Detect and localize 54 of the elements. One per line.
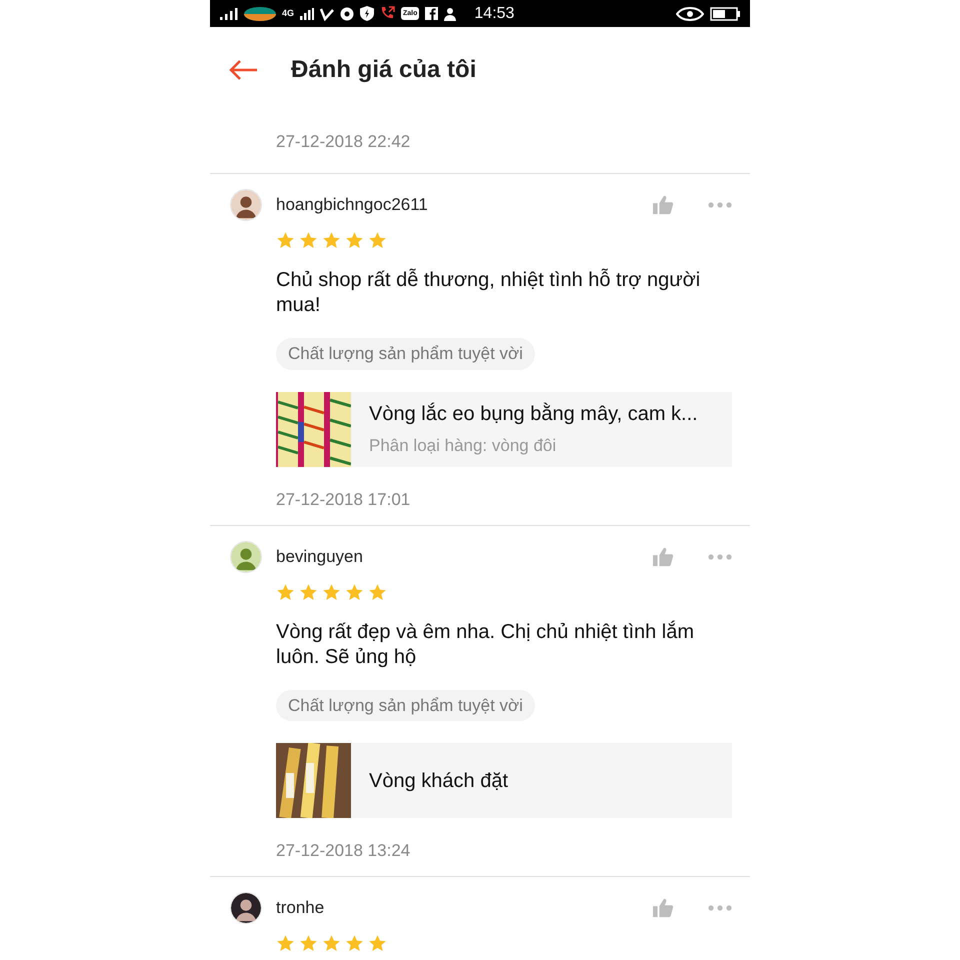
review-comment: Chủ shop rất dễ thương, nhiệt tình hỗ trợ người mua! bbox=[276, 268, 702, 318]
product-name: Vòng khách đặt bbox=[369, 768, 508, 794]
signal-icon bbox=[300, 8, 314, 20]
star-icon bbox=[276, 934, 295, 953]
review-comment: Vòng rất đẹp và êm nha. Chị chủ nhiệt tình lắm luôn. Sẽ ủng hộ bbox=[276, 620, 696, 670]
username: bevinguyen bbox=[276, 546, 363, 568]
star-icon bbox=[368, 231, 387, 250]
star-icon bbox=[299, 582, 318, 602]
more-icon[interactable] bbox=[708, 905, 732, 911]
clock: 14:53 bbox=[474, 6, 514, 22]
product-variant: Phân loại hàng: vòng đôi bbox=[369, 435, 558, 458]
star-icon bbox=[345, 231, 364, 250]
star-icon bbox=[299, 231, 318, 250]
star-icon bbox=[368, 934, 387, 953]
star-icon bbox=[345, 934, 364, 953]
review-date: 27-12-2018 22:42 bbox=[276, 132, 410, 151]
carrier-logo-icon bbox=[244, 6, 276, 20]
review-date: 27-12-2018 17:01 bbox=[276, 490, 410, 508]
person-add-icon bbox=[444, 6, 458, 20]
avatar bbox=[230, 189, 262, 221]
username: hoangbichngoc2611 bbox=[276, 194, 428, 216]
star-icon bbox=[276, 231, 295, 250]
product-name: Vòng lắc eo bụng bằng mây, cam k... bbox=[369, 402, 698, 428]
star-icon bbox=[322, 231, 341, 250]
avatar bbox=[230, 540, 262, 572]
star-icon bbox=[322, 582, 341, 602]
thumbs-up-icon[interactable] bbox=[652, 195, 674, 215]
product-card[interactable]: Vòng khách đặt bbox=[276, 743, 732, 818]
star-icon bbox=[368, 582, 387, 602]
battery-icon bbox=[710, 6, 740, 20]
shield-icon bbox=[360, 6, 374, 21]
more-icon[interactable] bbox=[708, 554, 732, 560]
thumbs-up-icon[interactable] bbox=[652, 898, 674, 918]
username: tronhe bbox=[276, 897, 324, 920]
product-card[interactable]: Vòng lắc eo bụng bằng mây, cam k... Phân loại hàng: vòng đôi bbox=[276, 392, 732, 466]
review-date: 27-12-2018 13:24 bbox=[276, 841, 410, 860]
review-tag: Chất lượng sản phẩm tuyệt vời bbox=[276, 690, 535, 721]
browser-icon bbox=[340, 6, 354, 20]
page-title: Đánh giá của tôi bbox=[291, 54, 476, 84]
back-arrow-icon[interactable] bbox=[228, 58, 258, 80]
more-icon[interactable] bbox=[708, 202, 732, 208]
check-icon bbox=[320, 6, 334, 20]
review-tag: Chất lượng sản phẩm tuyệt vời bbox=[276, 338, 535, 370]
phone-icon bbox=[380, 6, 396, 21]
eye-icon bbox=[676, 6, 704, 20]
network-label: 4G bbox=[282, 9, 294, 18]
star-icon bbox=[276, 582, 295, 602]
star-icon bbox=[345, 582, 364, 602]
thumbs-up-icon[interactable] bbox=[652, 546, 674, 566]
star-icon bbox=[322, 934, 341, 953]
social-app-icon bbox=[425, 7, 438, 20]
star-icon bbox=[299, 934, 318, 953]
signal-icon bbox=[220, 8, 238, 20]
avatar bbox=[230, 892, 262, 924]
